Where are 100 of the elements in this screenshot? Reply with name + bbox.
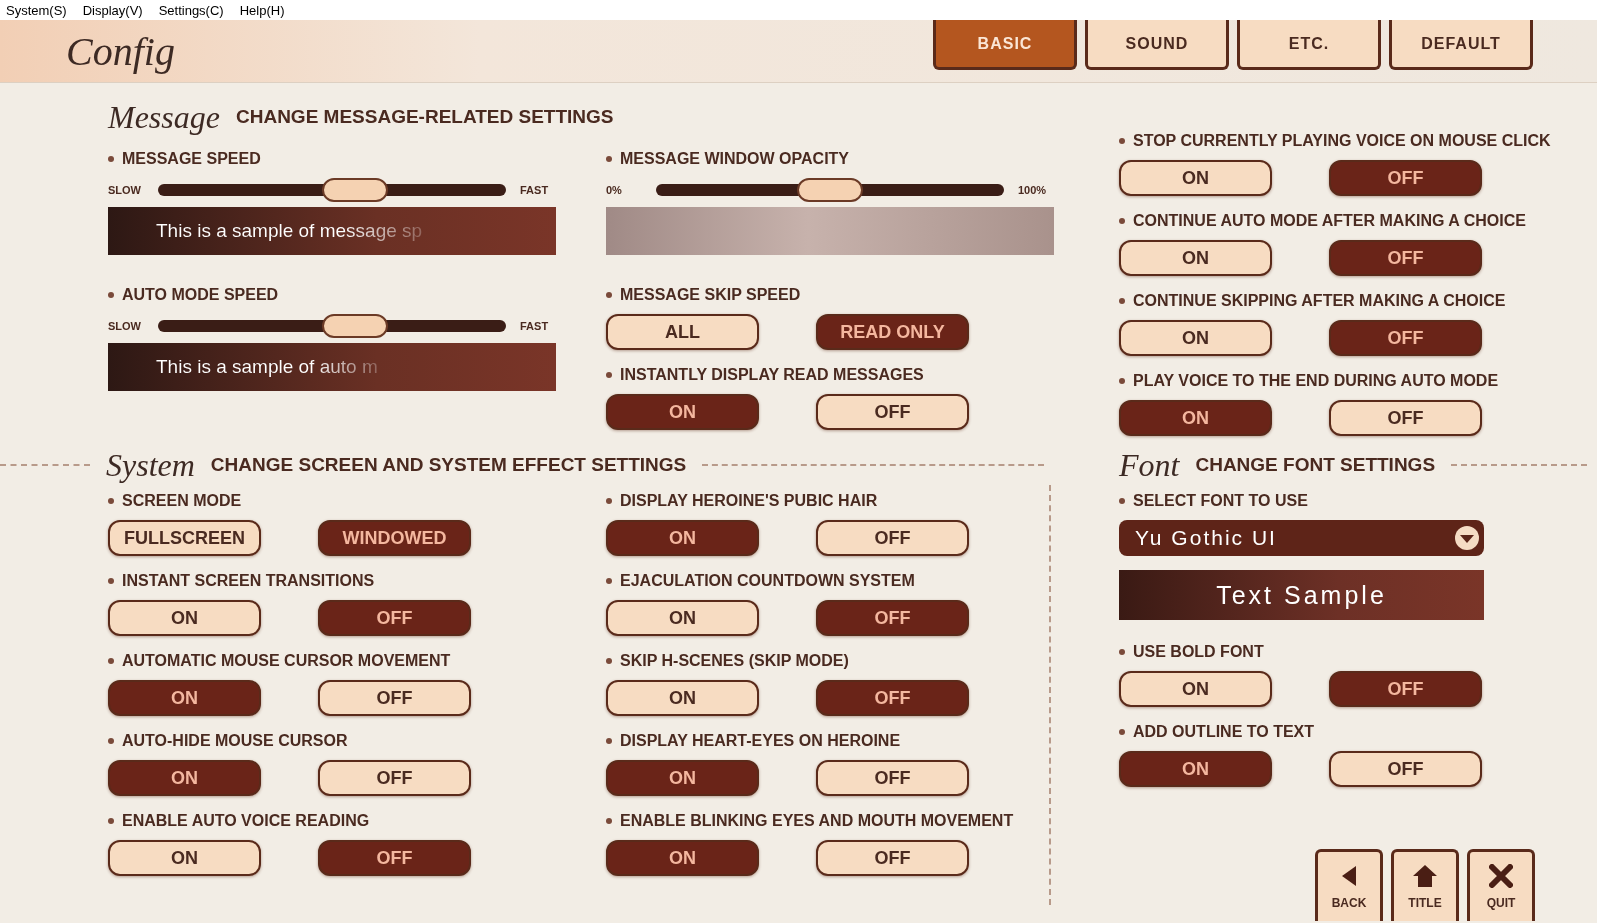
- option-button[interactable]: OFF: [1329, 400, 1482, 436]
- option-button[interactable]: ON: [108, 840, 261, 876]
- setting-label: ADD OUTLINE TO TEXT: [1133, 723, 1315, 741]
- slider-max-label: 100%: [1018, 184, 1048, 196]
- option-button[interactable]: ON: [1119, 400, 1272, 436]
- option-button[interactable]: OFF: [816, 520, 969, 556]
- setting-label: ENABLE AUTO VOICE READING: [122, 812, 370, 830]
- font-dropdown[interactable]: Yu Gothic UI: [1119, 520, 1484, 556]
- menu-item[interactable]: Display(V): [82, 2, 143, 18]
- setting-label: DISPLAY HEART-EYES ON HEROINE: [620, 732, 901, 750]
- option-button[interactable]: ON: [606, 840, 759, 876]
- bullet-icon: [606, 498, 612, 504]
- font-sample-text: Text Sample: [1216, 580, 1387, 610]
- option-button[interactable]: ON: [1119, 240, 1272, 276]
- nav-button[interactable]: QUIT: [1467, 849, 1535, 921]
- setting-label: SCREEN MODE: [122, 492, 242, 510]
- bullet-icon: [606, 738, 612, 744]
- option-button[interactable]: OFF: [1329, 160, 1482, 196]
- option-button[interactable]: OFF: [1329, 240, 1482, 276]
- config-title: Config: [65, 28, 175, 76]
- setting-label: AUTO-HIDE MOUSE CURSOR: [122, 732, 348, 750]
- option-button[interactable]: OFF: [1329, 671, 1482, 707]
- tab[interactable]: ETC.: [1237, 20, 1381, 70]
- bullet-icon: [108, 818, 114, 824]
- setting-label: SKIP H-SCENES (SKIP MODE): [620, 652, 849, 670]
- menu-item[interactable]: Settings(C): [158, 2, 224, 18]
- option-button[interactable]: WINDOWED: [318, 520, 471, 556]
- option-button[interactable]: ON: [108, 600, 261, 636]
- option-button[interactable]: ON: [108, 760, 261, 796]
- slider-min-label: 0%: [606, 184, 623, 196]
- option-button[interactable]: ON: [1119, 751, 1272, 787]
- setting-label: PLAY VOICE TO THE END DURING AUTO MODE: [1133, 372, 1499, 390]
- bullet-icon: [108, 292, 114, 298]
- section-heading: CHANGE MESSAGE-RELATED SETTINGS: [235, 106, 614, 128]
- section-script-title: Font: [1119, 446, 1180, 484]
- option-button[interactable]: ON: [606, 680, 759, 716]
- option-button[interactable]: FULLSCREEN: [108, 520, 261, 556]
- option-button[interactable]: ON: [1119, 320, 1272, 356]
- setting-label: MESSAGE SKIP SPEED: [620, 286, 801, 304]
- option-button[interactable]: ON: [606, 760, 759, 796]
- setting-label: USE BOLD FONT: [1133, 643, 1264, 661]
- option-button[interactable]: ON: [1119, 160, 1272, 196]
- slider-min-label: SLOW: [108, 320, 142, 332]
- option-button[interactable]: OFF: [816, 840, 969, 876]
- option-button[interactable]: ON: [606, 520, 759, 556]
- slider-thumb[interactable]: [321, 178, 388, 202]
- close-icon: [1489, 863, 1513, 888]
- option-button[interactable]: OFF: [318, 760, 471, 796]
- slider-track[interactable]: [158, 314, 506, 338]
- option-button[interactable]: OFF: [816, 760, 969, 796]
- setting-label: SELECT FONT TO USE: [1133, 492, 1308, 510]
- bullet-icon: [1119, 649, 1125, 655]
- option-button[interactable]: ALL: [606, 314, 759, 350]
- option-button[interactable]: ON: [1119, 671, 1272, 707]
- option-button[interactable]: OFF: [318, 680, 471, 716]
- bullet-icon: [108, 738, 114, 744]
- section-heading: CHANGE FONT SETTINGS: [1195, 454, 1436, 476]
- nav-button[interactable]: TITLE: [1391, 849, 1459, 921]
- option-button[interactable]: OFF: [318, 840, 471, 876]
- setting-label: AUTO MODE SPEED: [122, 286, 279, 304]
- caret-icon: [1454, 525, 1480, 551]
- bullet-icon: [108, 658, 114, 664]
- setting-label: STOP CURRENTLY PLAYING VOICE ON MOUSE CLICK: [1133, 132, 1551, 150]
- menu-item[interactable]: System(S): [6, 2, 67, 18]
- slider-track[interactable]: [656, 178, 1004, 202]
- option-button[interactable]: OFF: [816, 394, 969, 430]
- slider-max-label: FAST: [520, 184, 550, 196]
- bullet-icon: [108, 156, 114, 162]
- tab[interactable]: SOUND: [1085, 20, 1229, 70]
- slider-track[interactable]: [158, 178, 506, 202]
- setting-label: CONTINUE SKIPPING AFTER MAKING A CHOICE: [1133, 292, 1506, 310]
- option-button[interactable]: OFF: [318, 600, 471, 636]
- setting-label: CONTINUE AUTO MODE AFTER MAKING A CHOICE: [1133, 212, 1526, 230]
- option-button[interactable]: ON: [606, 394, 759, 430]
- option-button[interactable]: OFF: [1329, 751, 1482, 787]
- tab[interactable]: DEFAULT: [1389, 20, 1533, 70]
- option-button[interactable]: OFF: [816, 600, 969, 636]
- nav-button[interactable]: BACK: [1315, 849, 1383, 921]
- setting-label: AUTOMATIC MOUSE CURSOR MOVEMENT: [122, 652, 451, 670]
- setting-label: ENABLE BLINKING EYES AND MOUTH MOVEMENT: [620, 812, 1014, 830]
- bullet-icon: [108, 578, 114, 584]
- option-button[interactable]: OFF: [1329, 320, 1482, 356]
- section-script-title: Message: [108, 98, 220, 136]
- slider-thumb[interactable]: [321, 314, 388, 338]
- option-button[interactable]: ON: [606, 600, 759, 636]
- bullet-icon: [1119, 138, 1125, 144]
- tab[interactable]: BASIC: [933, 20, 1077, 70]
- setting-label: MESSAGE SPEED: [122, 150, 261, 168]
- option-button[interactable]: READ ONLY: [816, 314, 969, 350]
- bullet-icon: [1119, 729, 1125, 735]
- menu-item[interactable]: Help(H): [239, 2, 285, 18]
- option-button[interactable]: OFF: [816, 680, 969, 716]
- bullet-icon: [108, 498, 114, 504]
- option-button[interactable]: ON: [108, 680, 261, 716]
- bullet-icon: [1119, 378, 1125, 384]
- setting-label: INSTANTLY DISPLAY READ MESSAGES: [620, 366, 924, 384]
- setting-label: EJACULATION COUNTDOWN SYSTEM: [620, 572, 915, 590]
- bullet-icon: [606, 658, 612, 664]
- bullet-icon: [1119, 298, 1125, 304]
- slider-thumb[interactable]: [797, 178, 863, 202]
